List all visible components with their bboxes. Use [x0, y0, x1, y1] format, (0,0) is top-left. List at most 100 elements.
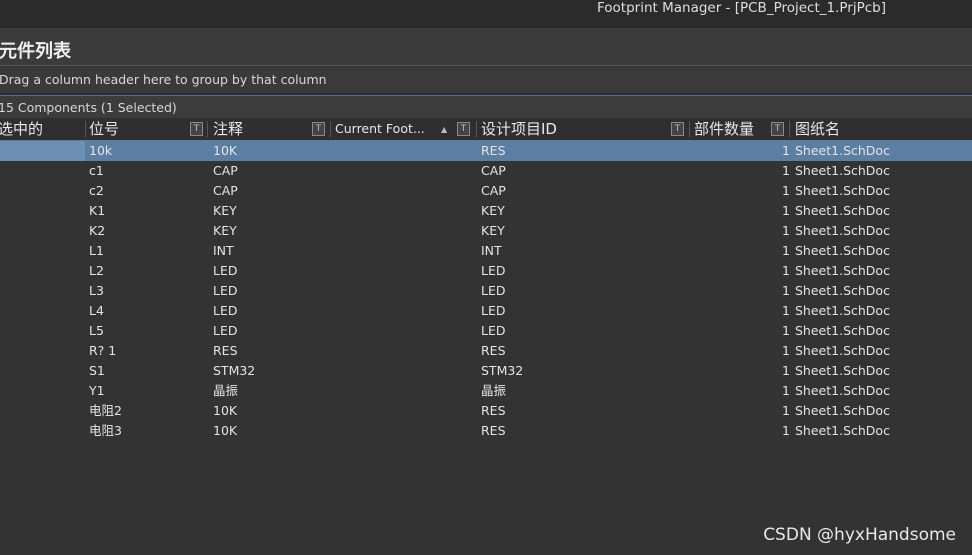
table-row[interactable]: K2 KEY KEY 1 Sheet1.SchDoc	[0, 221, 972, 241]
comment-cell: KEY	[213, 203, 237, 218]
column-divider[interactable]	[85, 121, 86, 137]
row-selector[interactable]	[0, 241, 85, 261]
design-item-id-cell: 晶振	[481, 383, 507, 398]
table-row[interactable]: 10k 10K RES 1 Sheet1.SchDoc	[0, 141, 972, 161]
part-count-cell: 1	[782, 363, 790, 378]
row-selector[interactable]	[0, 381, 85, 401]
comment-cell: 10K	[213, 423, 238, 438]
component-count: 15 Components (1 Selected)	[0, 100, 177, 115]
table-row[interactable]: K1 KEY KEY 1 Sheet1.SchDoc	[0, 201, 972, 221]
comment-cell: LED	[213, 283, 238, 298]
panel-title: 元件列表	[0, 41, 71, 62]
row-selector[interactable]	[0, 261, 85, 281]
column-header-design-item-id[interactable]: 设计项目ID	[481, 118, 557, 140]
design-item-id-cell: LED	[481, 263, 506, 278]
table-row[interactable]: L1 INT INT 1 Sheet1.SchDoc	[0, 241, 972, 261]
comment-cell: INT	[213, 243, 234, 258]
column-divider[interactable]	[476, 121, 477, 137]
row-selector[interactable]	[0, 321, 85, 341]
table-row[interactable]: 电阻3 10K RES 1 Sheet1.SchDoc	[0, 421, 972, 441]
table-row[interactable]: L3 LED LED 1 Sheet1.SchDoc	[0, 281, 972, 301]
sheet-cell: Sheet1.SchDoc	[795, 183, 890, 198]
filter-icon[interactable]: T	[671, 122, 684, 136]
column-header-part-count[interactable]: 部件数量	[694, 118, 754, 140]
table-row[interactable]: S1 STM32 STM32 1 Sheet1.SchDoc	[0, 361, 972, 381]
part-count-cell: 1	[782, 383, 790, 398]
table-row[interactable]: L4 LED LED 1 Sheet1.SchDoc	[0, 301, 972, 321]
column-header-selected[interactable]: 选中的	[0, 118, 43, 140]
sheet-cell: Sheet1.SchDoc	[795, 423, 890, 438]
comment-cell: CAP	[213, 163, 238, 178]
table-row[interactable]: c1 CAP CAP 1 Sheet1.SchDoc	[0, 161, 972, 181]
column-divider[interactable]	[789, 121, 790, 137]
sheet-cell: Sheet1.SchDoc	[795, 243, 890, 258]
row-selector[interactable]	[0, 341, 85, 361]
part-count-cell: 1	[782, 163, 790, 178]
column-header-comment[interactable]: 注释	[213, 118, 243, 140]
column-header-row: 选中的 位号 T 注释 T Current Foot... ▲ T 设计项目ID…	[0, 118, 972, 141]
group-by-area[interactable]: Drag a column header here to group by th…	[0, 67, 972, 94]
table-row[interactable]: L2 LED LED 1 Sheet1.SchDoc	[0, 261, 972, 281]
row-selector[interactable]	[0, 281, 85, 301]
component-table: 10k 10K RES 1 Sheet1.SchDoc c1 CAP CAP 1…	[0, 141, 972, 441]
designator-cell: L2	[89, 263, 104, 278]
part-count-cell: 1	[782, 403, 790, 418]
row-selector[interactable]	[0, 181, 85, 201]
filter-icon[interactable]: T	[190, 122, 203, 136]
part-count-cell: 1	[782, 423, 790, 438]
filter-icon[interactable]: T	[312, 122, 325, 136]
sheet-cell: Sheet1.SchDoc	[795, 303, 890, 318]
row-selector[interactable]	[0, 201, 85, 221]
part-count-cell: 1	[782, 143, 790, 158]
column-divider[interactable]	[330, 121, 331, 137]
design-item-id-cell: CAP	[481, 163, 506, 178]
column-header-current-footprint[interactable]: Current Foot...	[335, 118, 425, 140]
comment-cell: LED	[213, 263, 238, 278]
designator-cell: 10k	[89, 143, 113, 158]
table-row[interactable]: c2 CAP CAP 1 Sheet1.SchDoc	[0, 181, 972, 201]
design-item-id-cell: STM32	[481, 363, 524, 378]
table-row[interactable]: L5 LED LED 1 Sheet1.SchDoc	[0, 321, 972, 341]
table-row[interactable]: Y1 晶振 晶振 1 Sheet1.SchDoc	[0, 381, 972, 401]
part-count-cell: 1	[782, 183, 790, 198]
row-selector[interactable]	[0, 401, 85, 421]
row-selector[interactable]	[0, 361, 85, 381]
watermark: CSDN @hyxHandsome	[763, 525, 956, 545]
sort-ascending-icon: ▲	[441, 125, 448, 134]
design-item-id-cell: CAP	[481, 183, 506, 198]
window-title: Footprint Manager - [PCB_Project_1.PrjPc…	[596, 0, 886, 16]
comment-cell: KEY	[213, 223, 237, 238]
column-header-designator[interactable]: 位号	[89, 118, 119, 140]
column-divider[interactable]	[689, 121, 690, 137]
sheet-cell: Sheet1.SchDoc	[795, 383, 890, 398]
comment-cell: CAP	[213, 183, 238, 198]
comment-cell: RES	[213, 343, 238, 358]
filter-icon[interactable]: T	[457, 122, 470, 136]
row-selector[interactable]	[0, 141, 85, 161]
comment-cell: 10K	[213, 403, 238, 418]
table-row[interactable]: 电阻2 10K RES 1 Sheet1.SchDoc	[0, 401, 972, 421]
comment-cell: 10K	[213, 143, 238, 158]
row-selector[interactable]	[0, 161, 85, 181]
filter-icon[interactable]: T	[771, 122, 784, 136]
table-row[interactable]: R? 1 RES RES 1 Sheet1.SchDoc	[0, 341, 972, 361]
designator-cell: L4	[89, 303, 104, 318]
panel-header: 元件列表	[0, 28, 972, 66]
part-count-cell: 1	[782, 283, 790, 298]
part-count-cell: 1	[782, 223, 790, 238]
row-selector[interactable]	[0, 301, 85, 321]
designator-cell: K1	[89, 203, 106, 218]
column-divider[interactable]	[207, 121, 208, 137]
title-bar: Footprint Manager - [PCB_Project_1.PrjPc…	[0, 0, 972, 28]
designator-cell: S1	[89, 363, 105, 378]
design-item-id-cell: KEY	[481, 223, 505, 238]
design-item-id-cell: LED	[481, 283, 506, 298]
column-header-sheet-name[interactable]: 图纸名	[795, 118, 840, 140]
part-count-cell: 1	[782, 263, 790, 278]
row-selector[interactable]	[0, 221, 85, 241]
design-item-id-cell: LED	[481, 303, 506, 318]
design-item-id-cell: KEY	[481, 203, 505, 218]
sheet-cell: Sheet1.SchDoc	[795, 343, 890, 358]
comment-cell: 晶振	[213, 383, 239, 398]
row-selector[interactable]	[0, 421, 85, 441]
